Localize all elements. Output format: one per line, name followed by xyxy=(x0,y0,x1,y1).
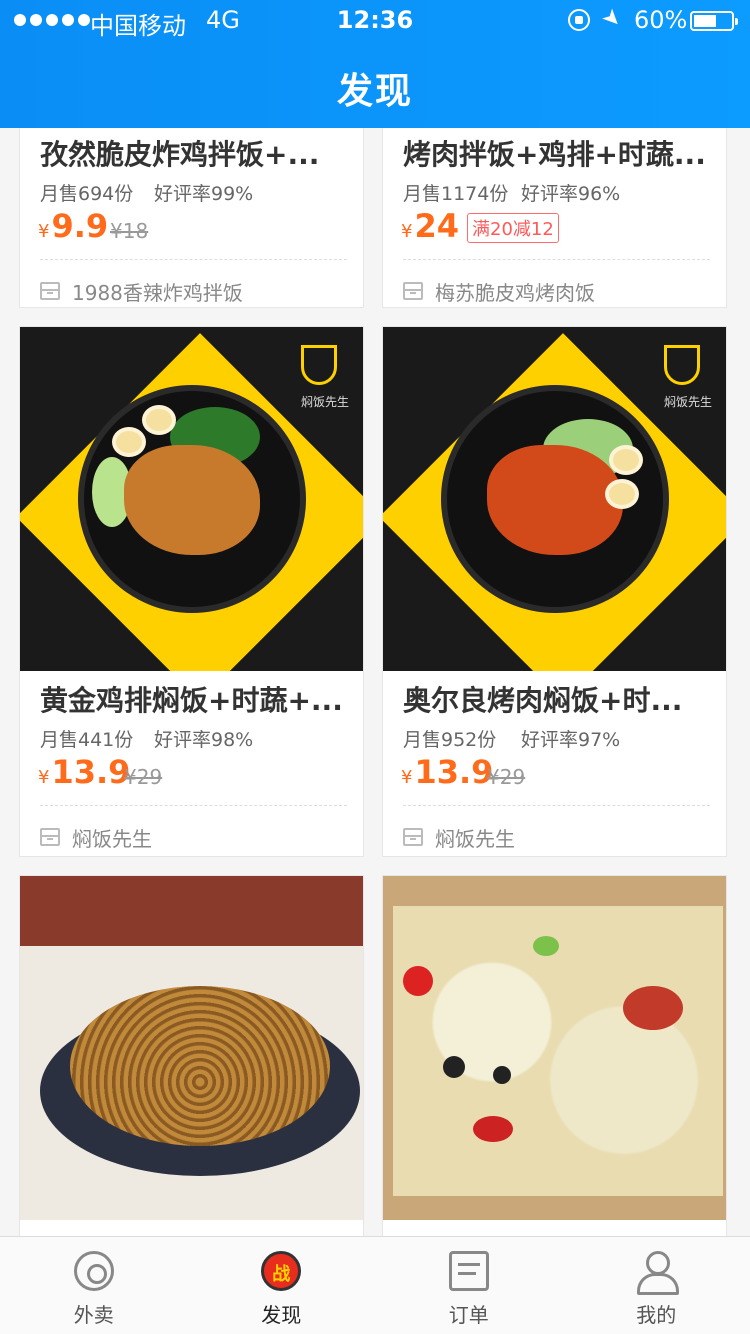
original-price: ¥18 xyxy=(110,219,149,243)
card-info: 烤肉拌饭+鸡排+时蔬... 月售1174份 好评率96% ¥24 满20减12 … xyxy=(383,125,726,309)
food-card[interactable]: 孜然脆皮炸鸡拌饭+... 月售694份 好评率99% ¥9.9 ¥18 1988… xyxy=(19,124,364,308)
card-info: 奥尔良烤肉焖饭+时... 月售952份 好评率97% ¥13.9 ¥29 焖饭先… xyxy=(383,671,726,855)
price: ¥9.9 xyxy=(38,207,109,245)
food-feed[interactable]: 孜然脆皮炸鸡拌饭+... 月售694份 好评率99% ¥9.9 ¥18 1988… xyxy=(0,0,750,1334)
food-card[interactable] xyxy=(19,875,364,1275)
shop-name[interactable]: 焖饭先生 xyxy=(435,823,515,852)
food-card[interactable]: 焖饭先生 奥尔良烤肉焖饭+时... 月售952份 好评率97% ¥13.9 ¥2… xyxy=(382,326,727,857)
brand-logo-icon xyxy=(664,345,700,385)
card-info: 孜然脆皮炸鸡拌饭+... 月售694份 好评率99% ¥9.9 ¥18 1988… xyxy=(20,125,363,309)
beans xyxy=(443,1056,465,1078)
rotation-lock-icon xyxy=(568,9,590,31)
pepper xyxy=(473,1116,513,1142)
dish-name: 孜然脆皮炸鸡拌饭+... xyxy=(40,138,320,171)
dish-photo[interactable]: 焖饭先生 xyxy=(20,327,363,671)
profile-icon xyxy=(636,1251,680,1295)
dish-name: 黄金鸡排焖饭+时蔬+... xyxy=(40,684,343,717)
divider xyxy=(403,259,710,260)
scallion xyxy=(533,936,559,956)
brand-logo-icon xyxy=(301,345,337,385)
tab-discover[interactable]: 发现 xyxy=(188,1237,376,1334)
tab-bar: 外卖 发现 订单 我的 xyxy=(0,1236,750,1334)
card-info: 黄金鸡排焖饭+时蔬+... 月售441份 好评率98% ¥13.9 ¥29 焖饭… xyxy=(20,671,363,855)
tab-label: 外卖 xyxy=(73,1303,114,1327)
tab-profile[interactable]: 我的 xyxy=(563,1237,750,1334)
tab-takeout[interactable]: 外卖 xyxy=(0,1237,188,1334)
monthly-sales: 月售441份 xyxy=(40,729,134,751)
dish-photo[interactable] xyxy=(383,876,726,1220)
shop-name[interactable]: 梅苏脆皮鸡烤肉饭 xyxy=(435,277,595,306)
food-card[interactable]: 烤肉拌饭+鸡排+时蔬... 月售1174份 好评率96% ¥24 满20减12 … xyxy=(382,124,727,308)
shop-name[interactable]: 1988香辣炸鸡拌饭 xyxy=(72,277,243,306)
tab-label: 我的 xyxy=(636,1303,677,1327)
noodles xyxy=(70,986,330,1146)
promo-badge: 满20减12 xyxy=(467,213,559,243)
tab-orders[interactable]: 订单 xyxy=(375,1237,563,1334)
egg xyxy=(609,445,643,475)
dish-name: 烤肉拌饭+鸡排+时蔬... xyxy=(403,138,706,171)
shop-icon xyxy=(40,828,60,846)
pepper xyxy=(403,966,433,996)
dish-name: 奥尔良烤肉焖饭+时... xyxy=(403,684,683,717)
monthly-sales: 月售952份 xyxy=(403,729,497,751)
rating: 好评率96% xyxy=(521,183,621,205)
roast-pork xyxy=(487,445,623,555)
currency-symbol: ¥ xyxy=(38,221,50,242)
currency-symbol: ¥ xyxy=(401,221,413,242)
shop-name[interactable]: 焖饭先生 xyxy=(72,823,152,852)
price: ¥13.9 xyxy=(38,753,131,791)
egg xyxy=(605,479,639,509)
shop-icon xyxy=(40,282,60,300)
battery-percent: 60% xyxy=(634,6,688,34)
top-bar: 中国移动 4G 12:36 ➤ 60% 发现 xyxy=(0,0,750,128)
chicken-cutlet xyxy=(124,445,260,555)
monthly-sales: 月售1174份 xyxy=(403,183,509,205)
status-bar: 中国移动 4G 12:36 ➤ 60% xyxy=(0,0,750,40)
order-icon xyxy=(448,1251,489,1291)
tab-label: 订单 xyxy=(448,1303,489,1327)
shop-icon xyxy=(403,828,423,846)
dish-photo[interactable] xyxy=(20,876,363,1220)
currency-symbol: ¥ xyxy=(401,767,413,788)
original-price: ¥29 xyxy=(487,765,526,789)
divider xyxy=(403,805,710,806)
sausage xyxy=(623,986,683,1030)
discover-icon xyxy=(261,1251,302,1291)
rating: 好评率98% xyxy=(154,729,254,751)
price: ¥24 xyxy=(401,207,459,245)
original-price: ¥29 xyxy=(124,765,163,789)
brand-logo-text: 焖饭先生 xyxy=(300,395,349,409)
monthly-sales: 月售694份 xyxy=(40,183,134,205)
rating: 好评率97% xyxy=(521,729,621,751)
takeout-icon xyxy=(73,1251,114,1291)
discover-screen: 孜然脆皮炸鸡拌饭+... 月售694份 好评率99% ¥9.9 ¥18 1988… xyxy=(0,0,750,1334)
brand-logo-text: 焖饭先生 xyxy=(663,395,712,409)
egg xyxy=(142,405,176,435)
page-title: 发现 xyxy=(336,71,413,112)
dish-photo[interactable]: 焖饭先生 xyxy=(383,327,726,671)
currency-symbol: ¥ xyxy=(38,767,50,788)
divider xyxy=(40,805,347,806)
beans xyxy=(493,1066,511,1084)
tab-label: 发现 xyxy=(261,1303,302,1327)
shop-icon xyxy=(403,282,423,300)
rating: 好评率99% xyxy=(154,183,254,205)
battery-icon xyxy=(690,11,738,31)
food-card[interactable]: 焖饭先生 黄金鸡排焖饭+时蔬+... 月售441份 好评率98% ¥13.9 ¥… xyxy=(19,326,364,857)
food-card[interactable] xyxy=(382,875,727,1275)
egg xyxy=(112,427,146,457)
price: ¥13.9 xyxy=(401,753,494,791)
divider xyxy=(40,259,347,260)
